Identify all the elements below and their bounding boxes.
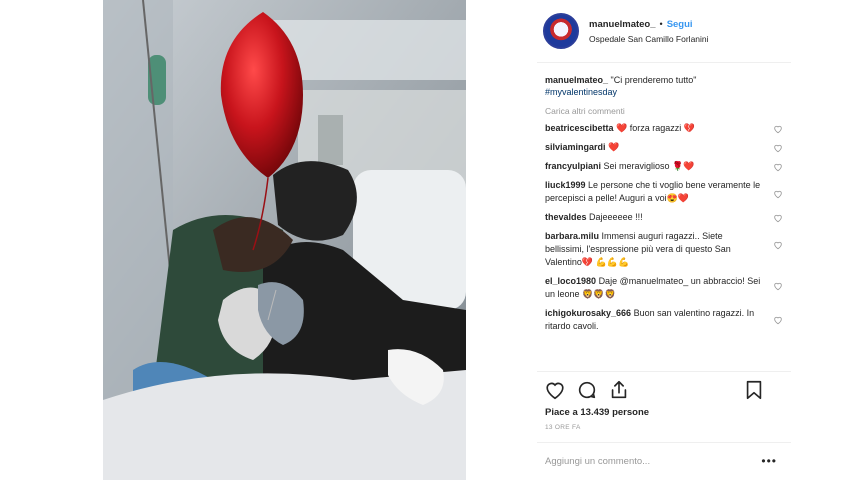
comment-text: ❤️ forza ragazzi 💔 <box>616 123 695 133</box>
separator-dot: • <box>659 19 663 29</box>
comment-like-icon[interactable] <box>773 240 783 250</box>
comment-item: barbara.milu Immensi auguri ragazzi.. Si… <box>545 230 783 269</box>
more-options-icon[interactable]: ••• <box>761 455 777 467</box>
bookmark-icon[interactable] <box>743 379 765 401</box>
post-actions: Piace a 13.439 persone 13 ORE FA <box>537 371 791 431</box>
post-side-panel: manuelmateo_ • Segui Ospedale San Camill… <box>537 0 791 480</box>
comment-like-icon[interactable] <box>773 143 783 153</box>
comment-username[interactable]: francyulpiani <box>545 161 601 171</box>
comment-like-icon[interactable] <box>773 213 783 223</box>
comment-like-icon[interactable] <box>773 189 783 199</box>
comment-like-icon[interactable] <box>773 315 783 325</box>
comment-like-icon[interactable] <box>773 162 783 172</box>
comments-section: manuelmateo_ "Ci prenderemo tutto" #myva… <box>545 74 783 339</box>
post-timestamp: 13 ORE FA <box>545 424 581 431</box>
action-icons-row <box>537 379 791 401</box>
comment-username[interactable]: barbara.milu <box>545 231 599 241</box>
add-comment-input[interactable] <box>545 456 745 467</box>
comment-username[interactable]: silviamingardi <box>545 142 606 152</box>
comment-item: beatricescibetta ❤️ forza ragazzi 💔 <box>545 122 783 135</box>
comment-username[interactable]: liuck1999 <box>545 180 586 190</box>
comment-item: liuck1999 Le persone che ti voglio bene … <box>545 179 783 205</box>
caption-hashtag[interactable]: #myvalentinesday <box>545 86 783 98</box>
caption: manuelmateo_ "Ci prenderemo tutto" <box>545 74 783 86</box>
caption-username[interactable]: manuelmateo_ <box>545 75 608 85</box>
caption-text: "Ci prenderemo tutto" <box>610 75 697 85</box>
comment-bubble-icon[interactable] <box>576 379 598 401</box>
comment-item: silviamingardi ❤️ <box>545 141 783 154</box>
load-more-comments-button[interactable]: Carica altri commenti <box>545 106 783 116</box>
avatar[interactable] <box>543 13 579 49</box>
comment-item: francyulpiani Sei meraviglioso 🌹❤️ <box>545 160 783 173</box>
follow-button[interactable]: Segui <box>667 19 693 30</box>
comment-like-icon[interactable] <box>773 124 783 134</box>
comment-text: ❤️ <box>608 142 620 152</box>
add-comment-bar: ••• <box>537 442 791 480</box>
comment-text: Sei meraviglioso 🌹❤️ <box>603 161 695 171</box>
comment-item: ichigokurosaky_666 Buon san valentino ra… <box>545 307 783 333</box>
heart-icon[interactable] <box>544 379 566 401</box>
comment-username[interactable]: el_loco1980 <box>545 276 596 286</box>
post-header: manuelmateo_ • Segui Ospedale San Camill… <box>537 0 791 63</box>
hospital-photo <box>103 0 466 480</box>
comment-username[interactable]: thevaldes <box>545 212 587 222</box>
comment-like-icon[interactable] <box>773 281 783 291</box>
post-photo[interactable] <box>103 0 466 480</box>
comment-username[interactable]: ichigokurosaky_666 <box>545 308 631 318</box>
post-username[interactable]: manuelmateo_ <box>589 19 656 30</box>
share-icon[interactable] <box>608 379 630 401</box>
comment-item: thevaldes Dajeeeeee !!! <box>545 211 783 224</box>
comment-item: el_loco1980 Daje @manuelmateo_ un abbrac… <box>545 275 783 301</box>
location-link[interactable]: Ospedale San Camillo Forlanini <box>589 34 709 44</box>
comment-text: Dajeeeeee !!! <box>589 212 643 222</box>
comment-username[interactable]: beatricescibetta <box>545 123 614 133</box>
likes-count[interactable]: Piace a 13.439 persone <box>545 407 791 418</box>
